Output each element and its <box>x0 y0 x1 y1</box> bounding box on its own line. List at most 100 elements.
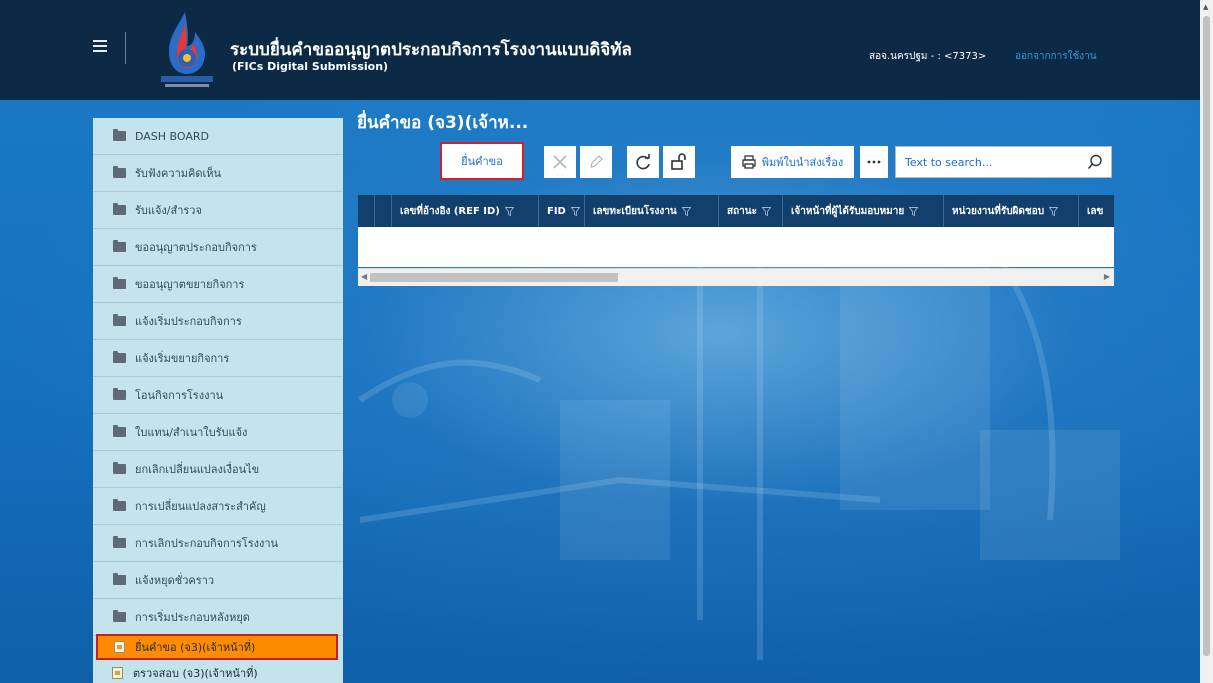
folder-icon <box>113 499 126 511</box>
delete-button[interactable] <box>544 146 576 178</box>
logout-link[interactable]: ออกจากการใช้งาน <box>1015 49 1097 64</box>
filter-icon[interactable] <box>761 206 771 216</box>
filter-icon[interactable] <box>681 206 691 216</box>
column-label: FID <box>547 205 566 217</box>
sidebar-subitem-review-request[interactable]: ตรวจสอบ (จ3)(เจ้าหน้าที่) <box>96 660 338 683</box>
column-label: เลขที่อ้างอิง (REF ID) <box>400 205 500 217</box>
document-icon <box>112 667 123 679</box>
column-label: เลขทะเบียนโรงงาน <box>593 205 677 217</box>
grid-select-column <box>375 195 392 227</box>
folder-icon <box>113 277 126 289</box>
sidebar-item-expansion-license[interactable]: ขออนุญาตขยายกิจการ <box>93 266 343 303</box>
sidebar-item-label: โอนกิจการโรงงาน <box>135 389 224 402</box>
search-box <box>895 146 1112 178</box>
print-label: พิมพ์ใบนำส่งเรื่อง <box>761 156 844 169</box>
grid-horizontal-scrollbar[interactable]: ◀ ▶ <box>358 268 1114 286</box>
close-icon <box>553 155 567 169</box>
column-header-responsible-unit[interactable]: หน่วยงานที่รับผิดชอบ <box>944 195 1079 227</box>
sidebar-item-label: การเลิกประกอบกิจการโรงงาน <box>135 537 279 550</box>
column-header-ref-id[interactable]: เลขที่อ้างอิง (REF ID) <box>392 195 539 227</box>
column-header-number[interactable]: เลข <box>1079 195 1114 227</box>
folder-icon <box>113 314 126 326</box>
sidebar-item-label: DASH BOARD <box>135 129 210 143</box>
sidebar-item-label: การเริ่มประกอบหลังหยุด <box>135 611 250 624</box>
sidebar-item-dashboard[interactable]: DASH BOARD <box>93 118 343 155</box>
app-header: ระบบยื่นคำขออนุญาตประกอบกิจการโรงงานแบบด… <box>0 0 1200 100</box>
folder-icon <box>113 129 126 141</box>
sidebar-item-start-operation[interactable]: แจ้งเริ่มประกอบกิจการ <box>93 303 343 340</box>
sidebar-item-label: ขออนุญาตขยายกิจการ <box>135 278 245 291</box>
sidebar-menu: DASH BOARD รับฟังความคิดเห็น รับแจ้ง/สำร… <box>93 118 343 683</box>
sidebar-item-label: ขออนุญาตประกอบกิจการ <box>135 241 257 254</box>
folder-icon <box>113 388 126 400</box>
sidebar-subitem-label: ยื่นคำขอ (จ3)(เจ้าหน้าที่) <box>135 641 256 654</box>
page-title: ยื่นคำขอ (จ3)(เจ้าห... <box>357 113 529 133</box>
sidebar-item-factory-transfer[interactable]: โอนกิจการโรงงาน <box>93 377 343 414</box>
sidebar-item-temporary-stop[interactable]: แจ้งหยุดชั่วคราว <box>93 562 343 599</box>
scrollbar-thumb[interactable] <box>1203 16 1210 656</box>
column-header-assigned-officer[interactable]: เจ้าหน้าที่ผู้ได้รับมอบหมาย <box>783 195 944 227</box>
sidebar-item-label: รับฟังความคิดเห็น <box>135 167 222 180</box>
filter-icon[interactable] <box>570 206 580 216</box>
scroll-left-icon[interactable]: ◀ <box>361 272 367 281</box>
more-options-button[interactable] <box>860 146 888 178</box>
sidebar-item-resume-operation[interactable]: การเริ่มประกอบหลังหยุด <box>93 599 343 636</box>
sidebar-item-cease-operation[interactable]: การเลิกประกอบกิจการโรงงาน <box>93 525 343 562</box>
scrollbar-thumb[interactable] <box>370 273 618 282</box>
filter-icon[interactable] <box>909 206 919 216</box>
sidebar-item-operation-license[interactable]: ขออนุญาตประกอบกิจการ <box>93 229 343 266</box>
search-input[interactable] <box>896 147 1076 177</box>
sidebar-item-essential-change[interactable]: การเปลี่ยนแปลงสาระสำคัญ <box>93 488 343 525</box>
refresh-icon <box>636 154 650 170</box>
sidebar-item-condition-change[interactable]: ยกเลิกเปลี่ยนแปลงเงื่อนไข <box>93 451 343 488</box>
submit-request-button[interactable]: ยื่นคำขอ <box>440 142 524 180</box>
sidebar-item-label: รับแจ้ง/สำรวจ <box>135 204 202 217</box>
refresh-button[interactable] <box>627 146 659 178</box>
user-info: สอจ.นครปฐม - : <7373> <box>869 51 987 62</box>
sidebar-item-label: การเปลี่ยนแปลงสาระสำคัญ <box>135 500 266 513</box>
search-icon[interactable] <box>1087 154 1103 170</box>
document-icon <box>114 641 125 653</box>
scroll-right-icon[interactable]: ▶ <box>1104 272 1110 281</box>
grid-body <box>358 227 1114 267</box>
pencil-icon <box>590 155 603 168</box>
sidebar-item-notification-survey[interactable]: รับแจ้ง/สำรวจ <box>93 192 343 229</box>
sidebar-item-public-hearing[interactable]: รับฟังความคิดเห็น <box>93 155 343 192</box>
grid-expand-column <box>358 195 375 227</box>
ministry-logo <box>155 10 219 92</box>
header-divider <box>125 32 126 64</box>
more-horizontal-icon <box>867 160 881 164</box>
folder-icon <box>113 203 126 215</box>
sidebar-item-start-expansion[interactable]: แจ้งเริ่มขยายกิจการ <box>93 340 343 377</box>
sidebar-item-label: แจ้งหยุดชั่วคราว <box>135 574 215 587</box>
filter-icon[interactable] <box>1049 206 1059 216</box>
folder-icon <box>113 536 126 548</box>
sidebar-item-label: ยกเลิกเปลี่ยนแปลงเงื่อนไข <box>135 463 260 476</box>
folder-icon <box>113 425 126 437</box>
menu-toggle-icon[interactable] <box>93 40 107 52</box>
window-vertical-scrollbar[interactable]: ▲ <box>1200 0 1213 683</box>
folder-icon <box>113 351 126 363</box>
folder-icon <box>113 573 126 585</box>
print-cover-letter-button[interactable]: พิมพ์ใบนำส่งเรื่อง <box>731 146 854 178</box>
sidebar-item-replacement-copy[interactable]: ใบแทน/สำเนาใบรับแจ้ง <box>93 414 343 451</box>
printer-icon <box>742 155 756 169</box>
open-button[interactable] <box>663 146 695 178</box>
sidebar-item-label: แจ้งเริ่มประกอบกิจการ <box>135 315 242 328</box>
scroll-up-icon[interactable]: ▲ <box>1203 3 1208 11</box>
column-header-status[interactable]: สถานะ <box>719 195 783 227</box>
sidebar-subitem-label: ตรวจสอบ (จ3)(เจ้าหน้าที่) <box>133 667 258 680</box>
column-header-factory-reg[interactable]: เลขทะเบียนโรงงาน <box>585 195 719 227</box>
sidebar-subitem-submit-request[interactable]: ยื่นคำขอ (จ3)(เจ้าหน้าที่) <box>96 634 338 660</box>
folder-icon <box>113 462 126 474</box>
sidebar-item-label: แจ้งเริ่มขยายกิจการ <box>135 352 230 365</box>
app-title: ระบบยื่นคำขออนุญาตประกอบกิจการโรงงานแบบด… <box>230 40 632 60</box>
column-header-fid[interactable]: FID <box>539 195 585 227</box>
column-label: เจ้าหน้าที่ผู้ได้รับมอบหมาย <box>791 205 905 217</box>
column-label: สถานะ <box>727 205 757 217</box>
folder-icon <box>113 240 126 252</box>
filter-icon[interactable] <box>504 206 514 216</box>
unlock-icon <box>671 153 686 170</box>
folder-icon <box>113 166 126 178</box>
edit-button[interactable] <box>580 146 612 178</box>
